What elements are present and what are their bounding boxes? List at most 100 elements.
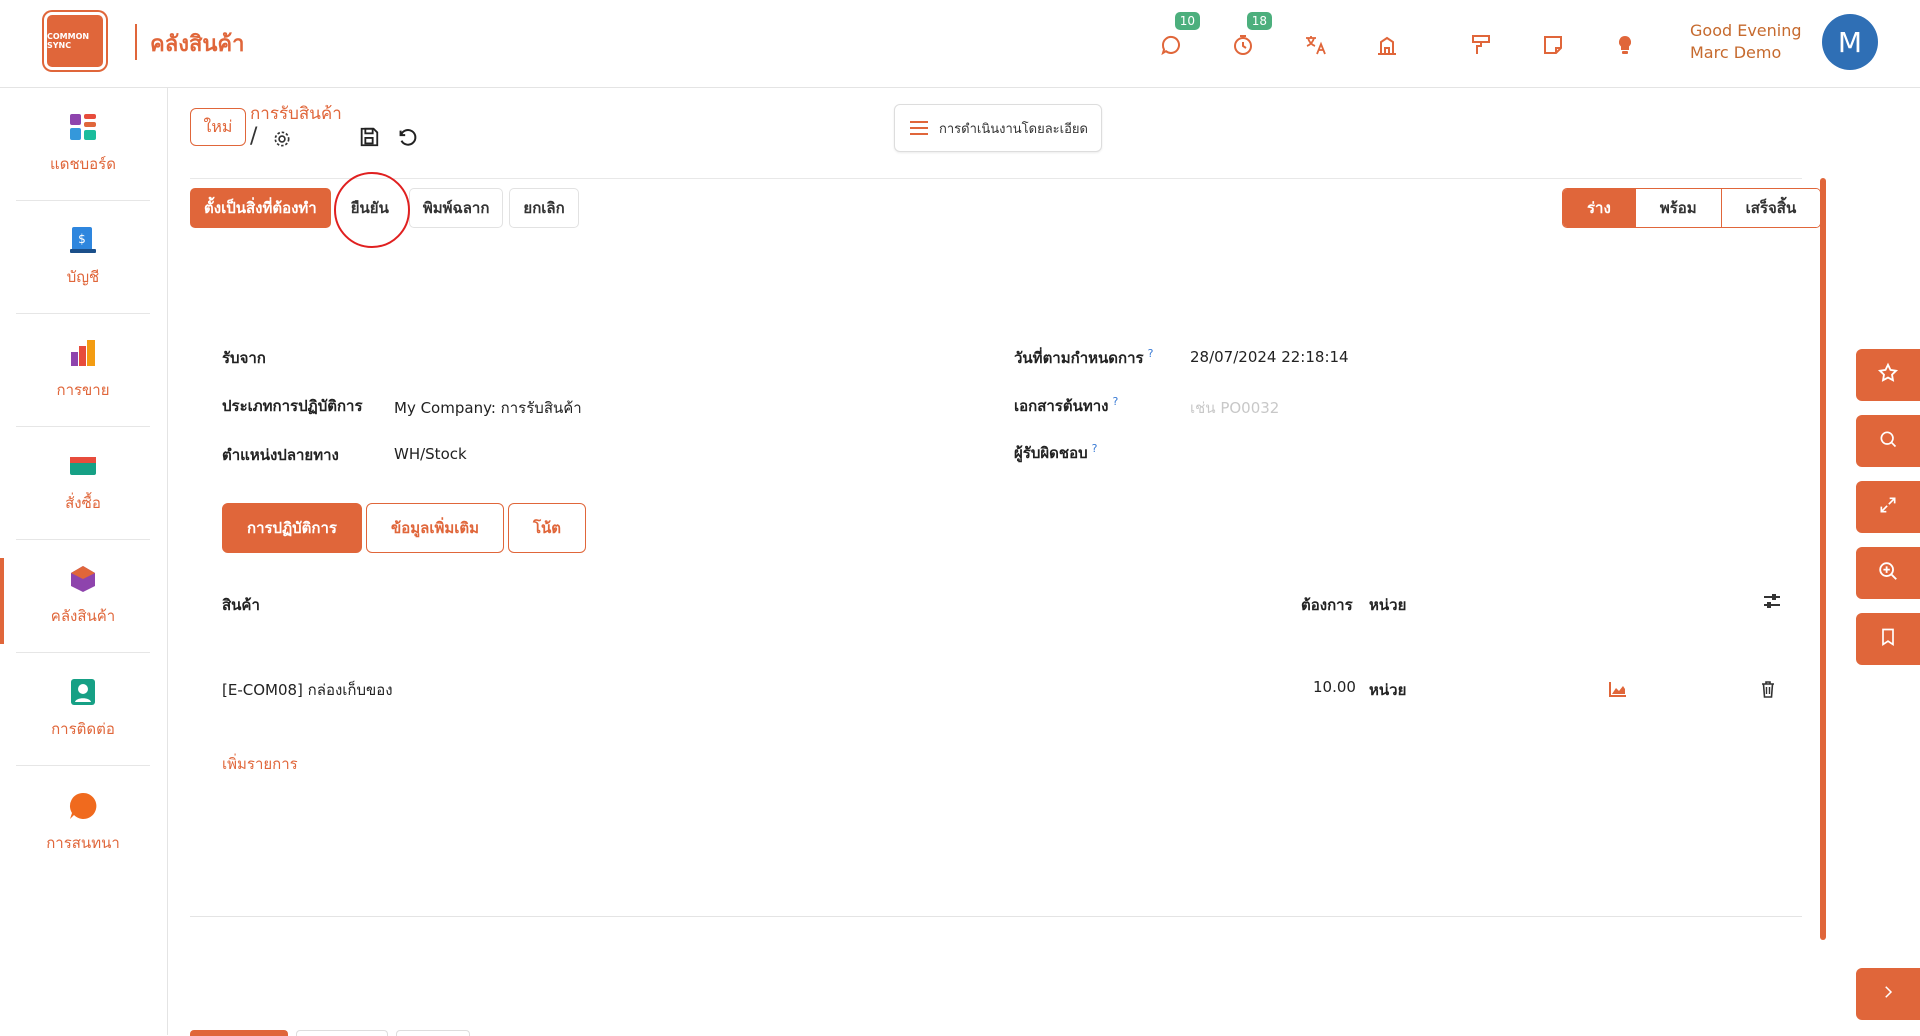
operation-type-label: ประเภทการปฏิบัติการ bbox=[222, 397, 363, 415]
sidebar-item-accounting[interactable]: $ บัญชี bbox=[16, 201, 150, 314]
sidebar-item-inventory[interactable]: คลังสินค้า bbox=[16, 540, 150, 653]
confirm-button[interactable]: ยืนยัน bbox=[336, 188, 403, 228]
column-settings-icon[interactable] bbox=[1762, 591, 1782, 611]
chatter-button[interactable] bbox=[190, 1030, 288, 1036]
notebook-tabs: การปฏิบัติการ ข้อมูลเพิ่มเติม โน้ต bbox=[222, 503, 590, 553]
fullscreen-button[interactable] bbox=[1856, 481, 1920, 533]
column-header-demand[interactable]: ต้องการ bbox=[1301, 593, 1353, 617]
scrollbar[interactable] bbox=[1820, 178, 1826, 940]
print-labels-button[interactable]: พิมพ์ฉลาก bbox=[408, 188, 504, 228]
discuss-icon bbox=[68, 791, 98, 821]
dashboard-icon bbox=[68, 112, 98, 142]
help-icon[interactable]: ? bbox=[1148, 347, 1154, 360]
expand-panel-button[interactable] bbox=[1856, 968, 1920, 1020]
status-draft[interactable]: ร่าง bbox=[1563, 189, 1635, 227]
accounting-icon: $ bbox=[68, 225, 98, 255]
column-header-product[interactable]: สินค้า bbox=[222, 593, 260, 617]
star-icon bbox=[1877, 362, 1899, 388]
activities-badge: 18 bbox=[1246, 12, 1272, 30]
breadcrumb-separator: / bbox=[250, 124, 258, 149]
tab-additional-info[interactable]: ข้อมูลเพิ่มเติม bbox=[365, 503, 504, 553]
search-icon bbox=[1878, 429, 1898, 453]
new-button[interactable]: ใหม่ bbox=[190, 108, 246, 146]
scheduled-date-label: วันที่ตามกำหนดการ? bbox=[1014, 346, 1153, 370]
zoom-in-icon bbox=[1877, 560, 1899, 586]
source-document-label: เอกสารต้นทาง? bbox=[1014, 394, 1118, 418]
sales-icon bbox=[68, 338, 98, 368]
chatter-button[interactable] bbox=[396, 1030, 470, 1036]
demand-cell[interactable]: 10.00 bbox=[1313, 678, 1356, 696]
activities-icon[interactable]: 18 bbox=[1228, 12, 1272, 60]
sidebar-item-discuss[interactable]: การสนทนา bbox=[16, 766, 150, 879]
greeting-line1: Good Evening bbox=[1690, 21, 1802, 40]
source-document-input[interactable]: เช่น PO0032 bbox=[1190, 396, 1279, 420]
app-title[interactable]: คลังสินค้า bbox=[150, 26, 244, 61]
tips-icon[interactable] bbox=[1610, 30, 1640, 60]
sidebar-item-dashboard[interactable]: แดชบอร์ด bbox=[16, 88, 150, 201]
note-icon[interactable] bbox=[1538, 30, 1568, 60]
top-header: COMMON SYNC คลังสินค้า 10 18 Good Evenin… bbox=[0, 0, 1920, 88]
gear-icon[interactable] bbox=[272, 129, 292, 149]
bookmark-button[interactable] bbox=[1856, 613, 1920, 665]
sidebar-active-indicator bbox=[0, 558, 4, 644]
delete-icon[interactable] bbox=[1760, 680, 1776, 698]
scheduled-date-field[interactable]: 28/07/2024 22:18:14 bbox=[1190, 348, 1349, 366]
divider bbox=[190, 178, 1802, 179]
source-document-label-text: เอกสารต้นทาง bbox=[1014, 397, 1109, 415]
mark-todo-button[interactable]: ตั้งเป็นสิ่งที่ต้องทำ bbox=[190, 188, 331, 228]
responsible-label: ผู้รับผิดชอบ? bbox=[1014, 441, 1097, 465]
scheduled-date-label-text: วันที่ตามกำหนดการ bbox=[1014, 349, 1144, 367]
column-header-unit[interactable]: หน่วย bbox=[1369, 593, 1406, 617]
purchase-icon bbox=[68, 451, 98, 481]
language-icon[interactable] bbox=[1300, 30, 1330, 60]
divider bbox=[190, 916, 1802, 917]
discard-icon[interactable] bbox=[396, 126, 418, 148]
product-cell[interactable]: [E-COM08] กล่องเก็บของ bbox=[222, 678, 393, 702]
unit-cell[interactable]: หน่วย bbox=[1369, 678, 1406, 702]
status-ready[interactable]: พร้อม bbox=[1634, 189, 1721, 227]
breadcrumb-title[interactable]: การรับสินค้า bbox=[250, 100, 342, 127]
sidebar-item-label: บัญชี bbox=[66, 268, 100, 286]
status-done[interactable]: เสร็จสิ้น bbox=[1720, 189, 1821, 227]
destination-location-field[interactable]: WH/Stock bbox=[394, 445, 467, 463]
operation-type-field[interactable]: My Company: การรับสินค้า bbox=[394, 396, 582, 420]
sidebar-item-contacts[interactable]: การติดต่อ bbox=[16, 653, 150, 766]
title-separator bbox=[135, 24, 137, 60]
save-icon[interactable] bbox=[358, 126, 380, 148]
bookmark-icon bbox=[1878, 627, 1898, 651]
messages-badge: 10 bbox=[1174, 12, 1200, 30]
menu-icon bbox=[909, 120, 929, 136]
sidebar-item-label: คลังสินค้า bbox=[50, 607, 116, 625]
tab-note[interactable]: โน้ต bbox=[508, 503, 587, 553]
sidebar-item-label: การขาย bbox=[56, 381, 110, 399]
search-button[interactable] bbox=[1856, 415, 1920, 467]
sidebar-item-sales[interactable]: การขาย bbox=[16, 314, 150, 427]
user-avatar[interactable]: M bbox=[1822, 14, 1878, 70]
sidebar-item-label: สั่งซื้อ bbox=[65, 494, 101, 512]
detailed-operations-button[interactable]: การดำเนินงานโดยละเอียด bbox=[894, 104, 1102, 152]
user-name: Marc Demo bbox=[1690, 43, 1782, 62]
help-icon[interactable]: ? bbox=[1092, 442, 1098, 455]
expand-icon bbox=[1878, 495, 1898, 519]
forecast-chart-icon[interactable] bbox=[1608, 680, 1628, 698]
cancel-button[interactable]: ยกเลิก bbox=[509, 188, 579, 228]
messages-icon[interactable]: 10 bbox=[1156, 12, 1200, 60]
inventory-icon bbox=[68, 564, 98, 594]
action-buttons: ตั้งเป็นสิ่งที่ต้องทำ ยืนยัน พิมพ์ฉลาก ย… bbox=[190, 188, 585, 228]
paint-icon[interactable] bbox=[1466, 30, 1496, 60]
sidebar-item-purchase[interactable]: สั่งซื้อ bbox=[16, 427, 150, 540]
sidebar-item-label: การติดต่อ bbox=[51, 720, 115, 738]
status-bar: ร่าง พร้อม เสร็จสิ้น bbox=[1562, 188, 1822, 228]
favorite-button[interactable] bbox=[1856, 349, 1920, 401]
help-icon[interactable]: ? bbox=[1112, 395, 1118, 408]
sidebar: แดชบอร์ด $ บัญชี การขาย สั่งซื้อ คลังสิน… bbox=[0, 88, 168, 1035]
add-line-link[interactable]: เพิ่มรายการ bbox=[222, 752, 298, 776]
app-logo[interactable]: COMMON SYNC bbox=[42, 10, 110, 74]
tab-operations[interactable]: การปฏิบัติการ bbox=[222, 503, 362, 553]
sidebar-item-label: แดชบอร์ด bbox=[50, 155, 116, 173]
main-content: ใหม่ การรับสินค้า / การดำเนินงานโดยละเอี… bbox=[168, 88, 1920, 1036]
zoom-button[interactable] bbox=[1856, 547, 1920, 599]
chatter-button[interactable] bbox=[296, 1030, 388, 1036]
logo-text: COMMON SYNC bbox=[47, 32, 90, 50]
company-icon[interactable] bbox=[1372, 30, 1402, 60]
